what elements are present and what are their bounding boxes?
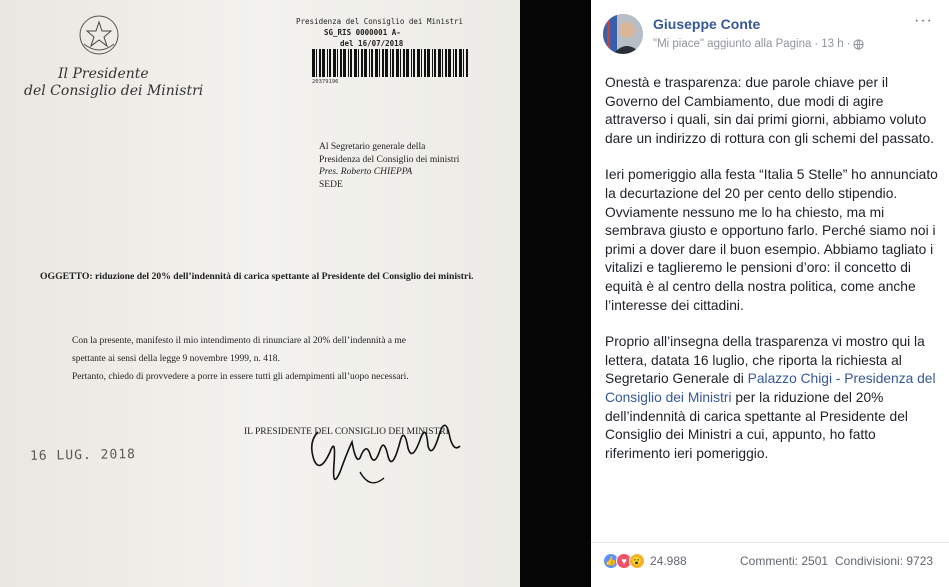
barcode-bar bbox=[432, 49, 433, 77]
barcode-bar bbox=[319, 49, 321, 77]
barcode-bar bbox=[453, 49, 454, 77]
avatar[interactable] bbox=[603, 14, 643, 54]
barcode-bar bbox=[348, 49, 349, 77]
barcode-bar bbox=[424, 49, 426, 77]
italian-emblem-icon bbox=[79, 15, 119, 55]
protocol-line: del 16/07/2018 bbox=[340, 39, 404, 48]
letter-subject: OGGETTO: riduzione del 20% dell’indennit… bbox=[40, 271, 480, 284]
barcode-bar bbox=[364, 49, 367, 77]
post-meta: "Mi piace" aggiunto alla Pagina · 13 h · bbox=[653, 38, 865, 50]
facebook-post: Giuseppe Conte "Mi piace" aggiunto alla … bbox=[591, 0, 949, 587]
barcode-bar bbox=[350, 49, 352, 77]
recipient-block: Al Segretario generale della Presidenza … bbox=[319, 141, 459, 191]
letterhead-line1: Il Presidente bbox=[58, 66, 149, 82]
barcode-bar bbox=[312, 49, 315, 77]
reaction-count[interactable]: 24.988 bbox=[650, 554, 687, 568]
shares-count[interactable]: Condivisioni: 9723 bbox=[835, 554, 933, 568]
barcode-bar bbox=[459, 49, 462, 77]
post-author[interactable]: Giuseppe Conte bbox=[653, 16, 760, 32]
barcode-bar bbox=[329, 49, 331, 77]
protocol-line: Presidenza del Consiglio dei Ministri bbox=[296, 17, 464, 26]
meta-separator: · bbox=[814, 38, 819, 50]
body-line1: Con la presente, manifesto il mio intend… bbox=[72, 336, 406, 346]
recipient-line: Pres. Roberto CHIEPPA bbox=[319, 167, 413, 177]
barcode-bar bbox=[455, 49, 457, 77]
subject-label: OGGETTO: bbox=[40, 271, 93, 282]
recipient-line: Al Segretario generale della bbox=[319, 142, 426, 152]
barcode-bar bbox=[406, 49, 409, 77]
more-options-icon[interactable]: ··· bbox=[914, 12, 933, 30]
barcode-bar bbox=[392, 49, 394, 77]
barcode-bar bbox=[369, 49, 370, 77]
barcode-bar bbox=[438, 49, 441, 77]
barcode-bar bbox=[358, 49, 359, 77]
barcode-bar bbox=[382, 49, 384, 77]
letterhead-line2: del Consiglio dei Ministri bbox=[24, 83, 204, 99]
meta-separator: · bbox=[846, 38, 851, 50]
barcode-bar bbox=[343, 49, 346, 77]
handwritten-signature bbox=[310, 424, 461, 484]
barcode-bar bbox=[448, 49, 451, 77]
barcode-number: 20379196 bbox=[312, 79, 339, 85]
barcode-bar bbox=[333, 49, 336, 77]
comments-count[interactable]: Commenti: 2501 bbox=[740, 554, 828, 568]
meta-text: "Mi piace" aggiunto alla Pagina bbox=[653, 38, 812, 50]
barcode-bar bbox=[427, 49, 430, 77]
barcode-bar bbox=[390, 49, 391, 77]
body-line3: Pertanto, chiedo di provvedere a porre i… bbox=[72, 372, 409, 382]
barcode-bar bbox=[445, 49, 447, 77]
date-stamp: 16 LUG. 2018 bbox=[29, 447, 137, 464]
barcode-bar bbox=[354, 49, 357, 77]
post-text: Onestà e trasparenza: due parole chiave … bbox=[605, 74, 941, 481]
barcode-bar bbox=[385, 49, 388, 77]
barcode-bar bbox=[316, 49, 317, 77]
barcode-bar bbox=[411, 49, 412, 77]
barcode-bar bbox=[403, 49, 405, 77]
protocol-block: Presidenza del Consiglio dei Ministri SG… bbox=[296, 16, 463, 49]
barcode-bar bbox=[417, 49, 420, 77]
barcode bbox=[312, 49, 468, 77]
post-footer: 👍 ♥ 😮 24.988 Commenti: 2501 Condivisioni… bbox=[591, 542, 949, 578]
protocol-line: SG_RIS 0000001 A- bbox=[324, 28, 401, 37]
post-paragraph: Ieri pomeriggio alla festa “Italia 5 Ste… bbox=[605, 167, 938, 313]
barcode-bar bbox=[421, 49, 422, 77]
recipient-line: SEDE bbox=[319, 179, 343, 190]
globe-icon[interactable] bbox=[853, 38, 865, 50]
reactions-summary[interactable]: 👍 ♥ 😮 24.988 bbox=[603, 553, 687, 569]
wow-reaction-icon: 😮 bbox=[629, 553, 645, 569]
post-time[interactable]: 13 h bbox=[821, 38, 843, 50]
recipient-line: Presidenza del Consiglio dei ministri bbox=[319, 154, 460, 165]
barcode-bar bbox=[434, 49, 436, 77]
barcode-bar bbox=[466, 49, 468, 77]
barcode-bar bbox=[375, 49, 378, 77]
barcode-bar bbox=[413, 49, 415, 77]
barcode-bar bbox=[371, 49, 373, 77]
letter-document: Il Presidente del Consiglio dei Ministri… bbox=[0, 0, 520, 587]
barcode-bar bbox=[442, 49, 443, 77]
barcode-bar bbox=[400, 49, 401, 77]
barcode-bar bbox=[340, 49, 342, 77]
barcode-bar bbox=[337, 49, 338, 77]
barcode-bar bbox=[322, 49, 325, 77]
body-line2: spettante ai sensi della legge 9 novembr… bbox=[72, 354, 280, 364]
post-paragraph: Proprio all’insegna della trasparenza vi… bbox=[605, 333, 941, 463]
barcode-bar bbox=[379, 49, 380, 77]
barcode-bar bbox=[361, 49, 363, 77]
post-paragraph: Onestà e trasparenza: due parole chiave … bbox=[605, 75, 934, 146]
profile-photo-icon bbox=[603, 14, 643, 54]
barcode-bar bbox=[396, 49, 399, 77]
subject-text: riduzione del 20% dell’indennità di cari… bbox=[95, 271, 474, 282]
post-photo[interactable]: Il Presidente del Consiglio dei Ministri… bbox=[0, 0, 591, 587]
barcode-bar bbox=[327, 49, 328, 77]
barcode-bar bbox=[463, 49, 464, 77]
